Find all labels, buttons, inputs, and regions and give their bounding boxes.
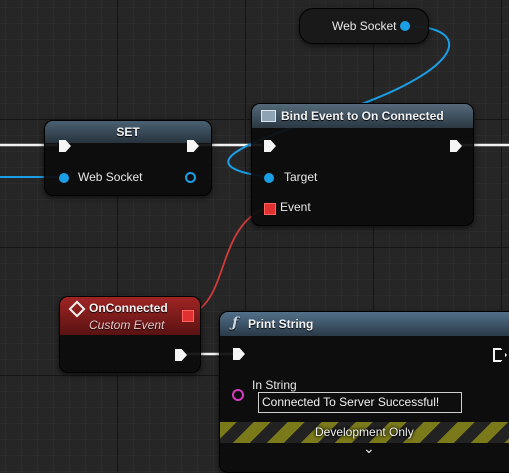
websocket-getter-node[interactable]: Web Socket: [299, 8, 429, 44]
set-node-title: SET: [116, 125, 140, 139]
bind-target-label: Target: [284, 170, 318, 184]
expand-chevron-icon[interactable]: ⌄: [363, 441, 375, 457]
in-string-label: In String: [252, 378, 297, 392]
print-string-header: ƒ Print String: [220, 312, 509, 336]
set-websocket-out-pin[interactable]: [185, 172, 196, 183]
bind-event-icon: [261, 110, 276, 122]
in-string-value: Connected To Server Successful!: [262, 395, 440, 409]
on-connected-delegate-pin[interactable]: [182, 310, 194, 322]
set-node[interactable]: SET Web Socket: [44, 120, 212, 196]
on-connected-title: OnConnected: [89, 301, 168, 315]
bind-event-label: Event: [280, 200, 311, 214]
development-only-label: Development Only: [315, 425, 414, 439]
bind-event-title: Bind Event to On Connected: [281, 109, 444, 123]
development-only-banner: Development Only: [220, 422, 509, 443]
websocket-getter-label: Web Socket: [332, 19, 397, 33]
print-string-title: Print String: [248, 317, 314, 331]
function-icon: ƒ: [232, 315, 239, 331]
bind-event-header: Bind Event to On Connected: [252, 104, 473, 128]
on-connected-exec-out-pin[interactable]: [175, 349, 187, 361]
on-connected-subtitle: Custom Event: [89, 318, 165, 332]
bind-event-pin[interactable]: [264, 203, 276, 215]
set-websocket-in-pin[interactable]: [59, 173, 69, 183]
in-string-pin[interactable]: [232, 389, 244, 401]
print-string-node[interactable]: ƒ Print String In String Connected To Se…: [219, 311, 509, 473]
bind-exec-out-pin[interactable]: [450, 140, 462, 152]
set-node-header: SET: [45, 121, 211, 143]
in-string-input[interactable]: Connected To Server Successful!: [258, 392, 462, 413]
websocket-output-pin[interactable]: [400, 21, 410, 31]
set-websocket-label: Web Socket: [78, 170, 143, 184]
print-exec-in-pin[interactable]: [233, 348, 245, 360]
on-connected-node[interactable]: OnConnected Custom Event: [59, 296, 201, 373]
event-diamond-icon: [68, 300, 86, 318]
bind-exec-in-pin[interactable]: [264, 140, 276, 152]
bind-event-node[interactable]: Bind Event to On Connected Target Event: [251, 103, 474, 226]
on-connected-header: OnConnected Custom Event: [60, 297, 200, 335]
bind-target-pin[interactable]: [264, 173, 274, 183]
print-exec-out-pin[interactable]: [493, 348, 507, 362]
